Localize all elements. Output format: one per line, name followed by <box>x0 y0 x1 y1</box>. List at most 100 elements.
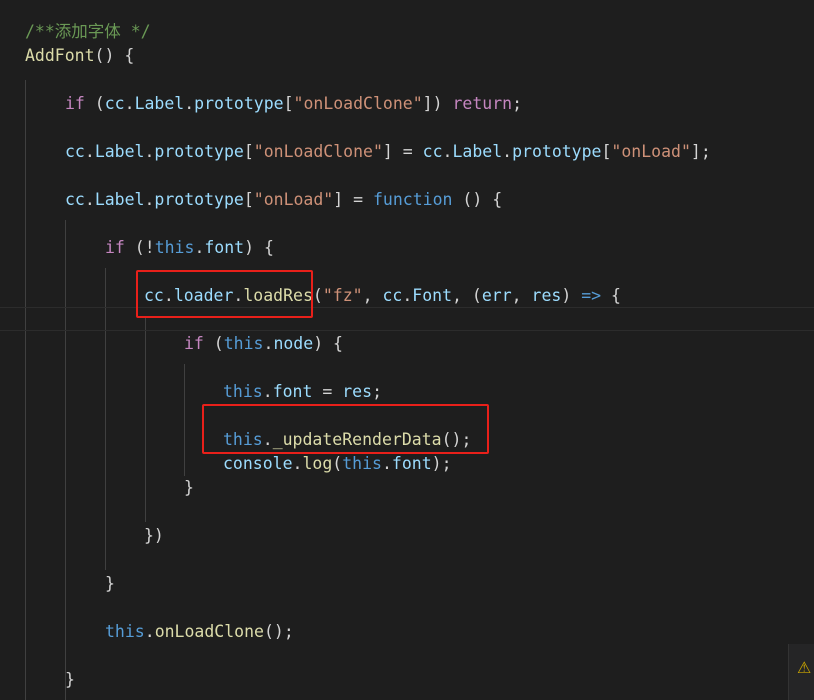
code-line-11[interactable]: console.log(this.font); <box>223 452 452 476</box>
identifier-token: cc <box>65 190 85 209</box>
code-line-9[interactable]: this.font = res; <box>223 380 382 404</box>
punctuation-token: . <box>144 622 155 641</box>
string-token: "onLoad" <box>253 190 334 209</box>
punctuation-token: ] = <box>333 190 373 209</box>
punctuation-token: ( <box>332 454 343 473</box>
code-line-15[interactable]: this.onLoadClone(); <box>105 620 294 644</box>
annotation-box-update-render <box>202 404 489 454</box>
identifier-token: font <box>272 382 313 401</box>
punctuation-token: () { <box>94 46 135 65</box>
indent-guide <box>184 364 185 476</box>
identifier-token: prototype <box>512 142 602 161</box>
punctuation-token: ; <box>512 94 523 113</box>
code-line-6[interactable]: if (!this.font) { <box>105 236 274 260</box>
punctuation-token: . <box>84 142 95 161</box>
keyword-token: return <box>452 94 513 113</box>
identifier-token: cc <box>104 94 125 113</box>
identifier-token: prototype <box>154 190 244 209</box>
punctuation-token: ( <box>312 286 323 305</box>
punctuation-token: ); <box>431 454 452 473</box>
code-line-16[interactable]: } <box>65 668 75 692</box>
annotation-box-loadres <box>136 270 313 318</box>
code-line-14[interactable]: } <box>105 572 115 596</box>
punctuation-token: . <box>402 286 413 305</box>
code-line-1[interactable]: /**添加字体 */ <box>25 20 151 44</box>
identifier-token: console <box>223 454 293 473</box>
punctuation-token: ]) <box>422 94 453 113</box>
keyword-token: if <box>184 334 204 353</box>
punctuation-token: . <box>263 334 274 353</box>
code-editor[interactable]: /**添加字体 */ AddFont() { if (cc.Label.prot… <box>0 0 814 700</box>
current-line-highlight <box>0 307 814 331</box>
identifier-token: res <box>342 382 373 401</box>
identifier-token: res <box>531 286 562 305</box>
keyword-token: if <box>105 238 125 257</box>
punctuation-token: ] = <box>382 142 423 161</box>
identifier-token: cc <box>65 142 85 161</box>
identifier-token: Label <box>452 142 503 161</box>
punctuation-token: () { <box>452 190 503 209</box>
arrow-token: => <box>581 286 602 305</box>
punctuation-token: . <box>381 454 392 473</box>
identifier-token: font <box>204 238 245 257</box>
string-token: "onLoad" <box>611 142 691 161</box>
punctuation-token: (); <box>263 622 294 641</box>
string-token: "onLoadClone" <box>253 142 383 161</box>
identifier-token: cc <box>382 286 403 305</box>
punctuation-token: . <box>84 190 95 209</box>
punctuation-token: . <box>292 454 303 473</box>
punctuation-token: [ <box>243 142 254 161</box>
function-name-token: AddFont <box>25 46 95 65</box>
code-line-12[interactable]: } <box>184 476 194 500</box>
this-token: this <box>223 334 264 353</box>
punctuation-token: { <box>601 286 621 305</box>
punctuation-token: [ <box>283 94 294 113</box>
punctuation-token: ) <box>561 286 582 305</box>
keyword-token: if <box>65 94 85 113</box>
string-token: "fz" <box>322 286 363 305</box>
code-line-2[interactable]: AddFont() { <box>25 44 134 68</box>
warning-icon: ⚠ <box>797 658 812 677</box>
code-line-13[interactable]: }) <box>144 524 164 548</box>
code-line-5[interactable]: cc.Label.prototype["onLoad"] = function … <box>65 188 502 212</box>
identifier-token: Label <box>94 190 145 209</box>
punctuation-token: . <box>124 94 135 113</box>
this-token: this <box>105 622 145 641</box>
punctuation-token: , ( <box>452 286 482 305</box>
identifier-token: prototype <box>194 94 284 113</box>
punctuation-token: ( <box>203 334 224 353</box>
punctuation-token: [ <box>601 142 612 161</box>
function-name-token: onLoadClone <box>154 622 264 641</box>
problems-indicator[interactable]: ⚠ <box>788 644 814 700</box>
identifier-token: Label <box>134 94 185 113</box>
punctuation-token: . <box>144 142 155 161</box>
indent-guide <box>145 316 146 522</box>
punctuation-token: , <box>511 286 532 305</box>
punctuation-token: }) <box>144 526 164 545</box>
punctuation-token: . <box>184 94 195 113</box>
code-line-8[interactable]: if (this.node) { <box>184 332 343 356</box>
punctuation-token: = <box>312 382 343 401</box>
identifier-token: node <box>273 334 314 353</box>
punctuation-token: ( <box>84 94 105 113</box>
identifier-token: font <box>391 454 432 473</box>
punctuation-token: . <box>442 142 453 161</box>
this-token: this <box>342 454 382 473</box>
code-line-4[interactable]: cc.Label.prototype["onLoadClone"] = cc.L… <box>65 140 711 164</box>
code-line-3[interactable]: if (cc.Label.prototype["onLoadClone"]) r… <box>65 92 522 116</box>
this-token: this <box>154 238 195 257</box>
identifier-token: Label <box>94 142 145 161</box>
punctuation-token: , <box>362 286 383 305</box>
punctuation-token: [ <box>243 190 254 209</box>
punctuation-token: ; <box>372 382 382 401</box>
punctuation-token: . <box>194 238 205 257</box>
punctuation-token: } <box>105 574 115 593</box>
punctuation-token: (! <box>124 238 155 257</box>
identifier-token: err <box>481 286 512 305</box>
indent-guide <box>65 220 66 700</box>
function-name-token: log <box>302 454 333 473</box>
punctuation-token: . <box>262 382 273 401</box>
punctuation-token: . <box>502 142 513 161</box>
keyword-token: function <box>373 190 453 209</box>
identifier-token: cc <box>422 142 443 161</box>
